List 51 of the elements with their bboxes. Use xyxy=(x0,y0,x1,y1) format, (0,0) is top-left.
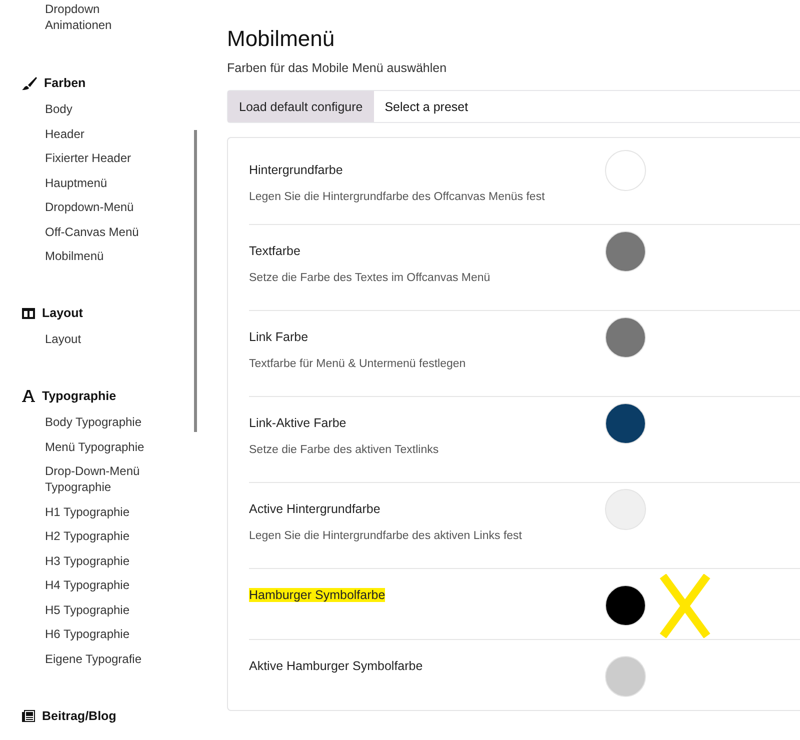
sidebar-item[interactable]: Dropdown Animationen xyxy=(0,1,163,33)
page-subtitle: Farben für das Mobile Menü auswählen xyxy=(227,61,448,75)
color-swatch[interactable] xyxy=(605,403,646,444)
section-heading: Farben xyxy=(44,76,86,90)
sidebar-item[interactable]: Dropdown-Menü xyxy=(0,199,163,215)
color-swatch[interactable] xyxy=(605,150,646,191)
sidebar-item[interactable]: Body xyxy=(0,101,163,117)
setting-label: Link-Aktive Farbe xyxy=(249,416,346,430)
section-heading: Typographie xyxy=(42,389,116,403)
sidebar-item[interactable]: H2 Typographie xyxy=(0,528,163,544)
setting-label: Link Farbe xyxy=(249,330,308,344)
load-default-button[interactable]: Load default configure xyxy=(228,91,374,122)
setting-description: Legen Sie die Hintergrundfarbe des aktiven Links fest xyxy=(249,530,523,542)
sidebar-item[interactable]: Fixierter Header xyxy=(0,150,163,166)
section-heading: Beitrag/Blog xyxy=(42,708,116,722)
sidebar-item[interactable]: H1 Typographie xyxy=(0,504,163,520)
setting-label: Hintergrundfarbe xyxy=(249,163,343,177)
setting-label: Textfarbe xyxy=(249,244,300,258)
setting-label: Aktive Hamburger Symbolfarbe xyxy=(249,659,423,673)
section-heading: Layout xyxy=(42,306,83,320)
sidebar-item[interactable]: Hauptmenü xyxy=(0,174,163,190)
sidebar-item[interactable]: Menü Typographie xyxy=(0,438,163,454)
color-swatch[interactable] xyxy=(605,656,646,697)
sidebar-item[interactable]: H3 Typographie xyxy=(0,552,163,568)
sidebar-item[interactable]: Body Typographie xyxy=(0,414,163,430)
columns-icon xyxy=(22,308,35,318)
scrollbar[interactable] xyxy=(194,130,197,432)
letter-icon xyxy=(22,390,35,402)
color-swatch[interactable] xyxy=(605,231,646,272)
setting-description: Textfarbe für Menü & Untermenü festlegen xyxy=(249,358,467,370)
sidebar-item[interactable]: H4 Typographie xyxy=(0,577,163,593)
color-swatch[interactable] xyxy=(605,489,646,530)
sidebar-item[interactable]: Mobilmenü xyxy=(0,248,163,264)
setting-description: Setze die Farbe des aktiven Textlinks xyxy=(249,444,440,456)
setting-description: Legen Sie die Hintergrundfarbe des Offcanvas Menüs fest xyxy=(249,191,546,203)
page-title: Mobilmenü xyxy=(227,26,336,52)
sidebar-item[interactable]: H6 Typographie xyxy=(0,626,163,642)
color-swatch[interactable] xyxy=(605,585,646,626)
newspaper-icon xyxy=(22,710,35,722)
sidebar-item[interactable]: Eigene Typografie xyxy=(0,650,163,666)
color-swatch[interactable] xyxy=(605,317,646,358)
sidebar-item[interactable]: Layout xyxy=(0,331,163,347)
preset-select[interactable]: Select a preset xyxy=(374,100,468,114)
sidebar-item[interactable]: Header xyxy=(0,126,163,142)
sidebar-item[interactable]: Drop-Down-Menü Typographie xyxy=(0,463,163,495)
sidebar-item[interactable]: H5 Typographie xyxy=(0,602,163,618)
sidebar-item[interactable]: Off-Canvas Menü xyxy=(0,224,163,240)
setting-label: Hamburger Symbolfarbe xyxy=(249,588,386,602)
setting-description: Setze die Farbe des Textes im Offcanvas Menü xyxy=(249,272,492,284)
setting-label: Active Hintergrundfarbe xyxy=(249,502,380,516)
brush-icon xyxy=(22,76,37,90)
